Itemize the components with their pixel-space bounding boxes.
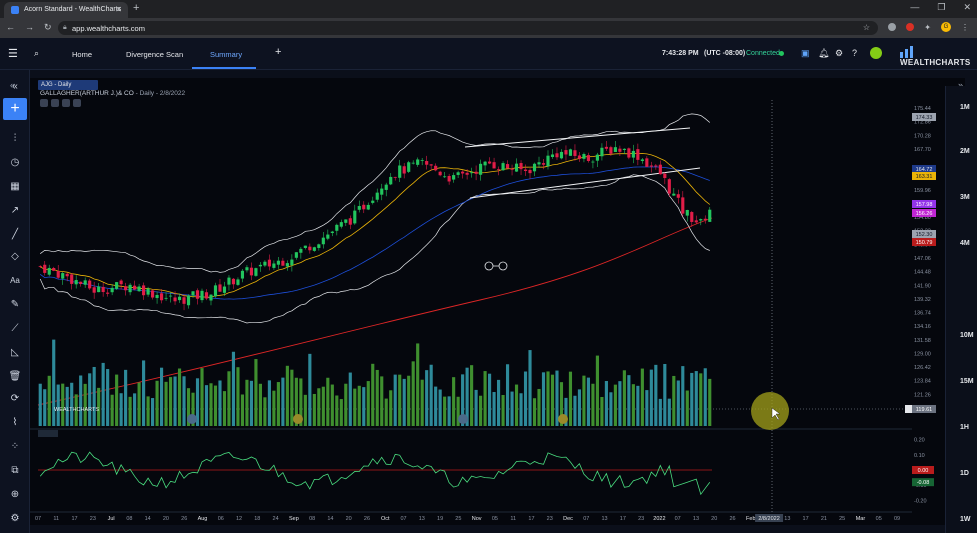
symbol-description: GALLAGHER(ARTHUR J.)& CO - Daily - 2/8/2…	[40, 90, 185, 97]
timeframe-2m[interactable]: 2M	[960, 148, 970, 155]
timeframe-1m[interactable]: 1M	[960, 104, 970, 111]
forward-icon[interactable]: →	[25, 22, 34, 33]
chart-control-icon[interactable]	[62, 99, 70, 107]
timeframe-3m[interactable]: 3M	[960, 194, 970, 201]
active-tab-indicator	[192, 67, 256, 69]
timeframe-15m[interactable]: 15M	[960, 378, 974, 385]
hamburger-menu-icon[interactable]: ☰	[8, 47, 18, 60]
sync-icon[interactable]: ⟳	[8, 392, 22, 406]
timezone-label: (UTC -08:00)	[704, 50, 746, 57]
wealthcharts-logo: WEALTHCHARTS	[900, 46, 977, 67]
connection-status: Connected	[746, 50, 780, 57]
bookmark-star-icon[interactable]: ☆	[863, 23, 870, 32]
scatter-icon[interactable]: ⁘	[8, 440, 22, 454]
symbol-name: GALLAGHER(ARTHUR J.)& CO	[40, 90, 134, 97]
clock-icon[interactable]: ◷	[8, 156, 22, 170]
window-controls: — ❐ ✕	[910, 2, 971, 13]
search-icon[interactable]: ⌕	[34, 48, 39, 59]
save-icon[interactable]: ▣	[801, 48, 810, 59]
text-tool-icon[interactable]: Aa	[8, 274, 22, 288]
timeframe-1h[interactable]: 1H	[960, 424, 969, 431]
brand-name: WEALTHCHARTS	[900, 58, 971, 67]
extension-icon[interactable]	[906, 23, 915, 31]
indicators-icon[interactable]: ⫶	[8, 132, 22, 146]
lightbulb-icon[interactable]	[870, 47, 882, 59]
add-tab-button[interactable]: +	[275, 46, 281, 58]
help-icon[interactable]: ?	[852, 48, 857, 58]
browser-tab[interactable]: Acorn Standard - WealthCharts ✕	[4, 2, 128, 18]
nav-home[interactable]: Home	[72, 50, 92, 59]
bell-icon[interactable]: 🔔︎	[818, 48, 829, 59]
chart-area[interactable]	[30, 78, 965, 525]
chart-tab-label[interactable]: AJG - Daily	[38, 80, 98, 90]
maximize-icon[interactable]: ❐	[937, 2, 945, 13]
clock-time: 7:43:28 PM	[662, 50, 699, 57]
connection-status-dot	[779, 51, 784, 56]
timeframe-1w[interactable]: 1W	[960, 516, 971, 523]
browser-nav-buttons: ← → ↻	[6, 22, 52, 33]
reload-icon[interactable]: ↻	[44, 22, 52, 33]
timeframe-1d[interactable]: 1D	[960, 470, 969, 477]
trend-icon[interactable]: ↗	[8, 204, 22, 218]
nav-summary[interactable]: Summary	[210, 50, 242, 59]
gear-icon[interactable]: ⚙	[835, 48, 843, 59]
ruler-icon[interactable]: ⟋	[8, 322, 22, 336]
wealthcharts-favicon-icon	[11, 6, 19, 14]
close-tab-icon[interactable]: ✕	[115, 5, 122, 14]
puzzle-icon[interactable]: ✦	[924, 23, 931, 32]
chart-control-icon[interactable]	[51, 99, 59, 107]
url-field[interactable]: 🔒︎ app.wealthcharts.com ☆	[58, 21, 878, 35]
chart-tab-text: AJG - Daily	[41, 82, 72, 88]
chart-icon[interactable]: ⌇	[8, 416, 22, 430]
pencil-icon[interactable]: ✎	[8, 298, 22, 312]
address-bar: ← → ↻ 🔒︎ app.wealthcharts.com ☆ ✦ G ⋮	[0, 18, 977, 38]
copy-icon[interactable]: ⧉	[8, 464, 22, 478]
drawing-toolbar: « + ⫶ ◷ ▦ ↗ ╱ ◇ Aa ✎ ⟋ ◺ 🗑︎ ⟳ ⌇ ⁘ ⧉ ⊕ ⚙	[0, 70, 30, 533]
calendar-icon[interactable]: ▦	[8, 180, 22, 194]
browser-tab-title: Acorn Standard - WealthCharts	[24, 6, 122, 13]
extension-icon[interactable]	[888, 23, 897, 31]
settings-wheel-icon[interactable]: ⚙	[8, 512, 22, 526]
close-window-icon[interactable]: ✕	[963, 2, 971, 13]
crosshair-icon[interactable]: ⊕	[8, 488, 22, 502]
chart-control-icon[interactable]	[40, 99, 48, 107]
extensions-bar: ✦ G ⋮	[888, 22, 969, 32]
minimize-icon[interactable]: —	[910, 2, 919, 13]
timeframe-10m[interactable]: 10M	[960, 332, 974, 339]
add-tool-button[interactable]: +	[3, 98, 27, 120]
browser-tabstrip: Acorn Standard - WealthCharts ✕ + — ❐ ✕	[0, 0, 977, 18]
chart-control-icon[interactable]	[73, 99, 81, 107]
shapes-icon[interactable]: ◇	[8, 250, 22, 264]
chart-controls	[40, 99, 81, 107]
back-icon[interactable]: ←	[6, 22, 15, 33]
app-top-nav: ☰ ⌕ Home Divergence Scan Summary + 7:43:…	[0, 38, 977, 70]
new-tab-icon[interactable]: +	[133, 2, 139, 14]
collapse-left-icon[interactable]: «	[10, 80, 15, 90]
url-text: app.wealthcharts.com	[72, 24, 145, 33]
timeframe-bar: 1M 2M 3M 4M 10M 15M 1H 1D 1W	[945, 86, 977, 533]
menu-kebab-icon[interactable]: ⋮	[961, 23, 969, 32]
nav-divergence-scan[interactable]: Divergence Scan	[126, 50, 183, 59]
timeframe-4m[interactable]: 4M	[960, 240, 970, 247]
profile-avatar[interactable]: G	[941, 22, 951, 32]
wealthcharts-logo-icon	[900, 46, 913, 58]
lock-icon: 🔒︎	[63, 24, 67, 31]
line-tool-icon[interactable]: ╱	[8, 228, 22, 242]
trash-icon[interactable]: 🗑︎	[8, 370, 22, 384]
measure-icon[interactable]: ◺	[8, 346, 22, 360]
symbol-interval-date: - Daily - 2/8/2022	[135, 90, 186, 97]
